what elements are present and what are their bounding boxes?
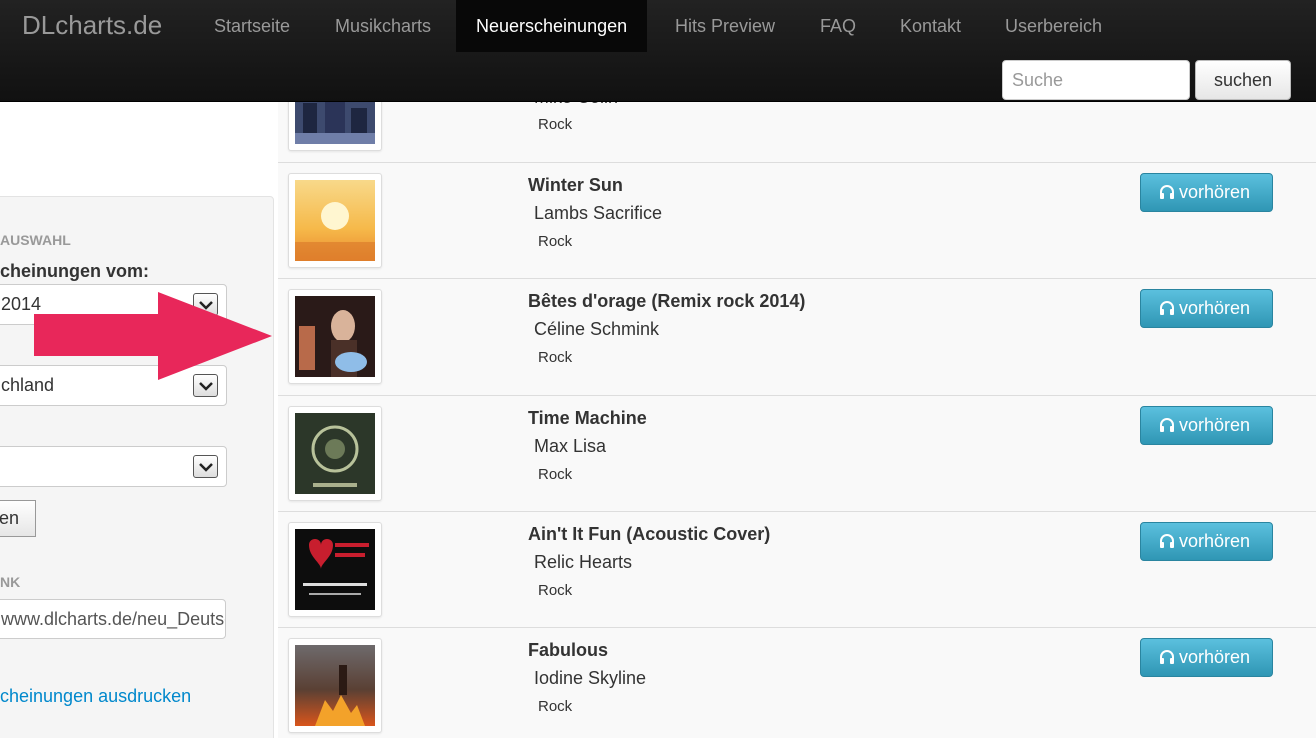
listen-button-label: vorhören xyxy=(1179,531,1251,551)
release-genre: Rock xyxy=(538,349,573,366)
top-navbar: DLcharts.de Startseite Musikcharts Neuer… xyxy=(0,0,1316,102)
nav-musikcharts[interactable]: Musikcharts xyxy=(315,0,451,52)
release-genre: Rock xyxy=(538,466,573,483)
album-cover[interactable] xyxy=(288,522,382,617)
nav-neuerscheinungen[interactable]: Neuerscheinungen xyxy=(456,0,648,52)
album-cover[interactable] xyxy=(288,406,382,501)
release-list: Mike Colin Rock Winter Sun Lambs Sacrifi… xyxy=(278,0,1316,738)
headphones-icon xyxy=(1160,301,1174,315)
annotation-arrow-icon xyxy=(34,292,272,380)
nav-hits-preview[interactable]: Hits Preview xyxy=(655,0,795,52)
album-cover[interactable] xyxy=(288,289,382,384)
release-artist: Céline Schmink xyxy=(534,319,660,339)
release-genre: Rock xyxy=(538,582,573,599)
list-item: Winter Sun Lambs Sacrifice Rock vorhören xyxy=(278,162,1316,279)
listen-button-label: vorhören xyxy=(1179,182,1251,202)
release-genre: Rock xyxy=(538,233,573,250)
nav-kontakt[interactable]: Kontakt xyxy=(880,0,981,52)
listen-button[interactable]: vorhören xyxy=(1140,173,1273,212)
release-title[interactable]: Ain't It Fun (Acoustic Cover) xyxy=(528,524,770,545)
album-cover[interactable] xyxy=(288,638,382,733)
nav-faq[interactable]: FAQ xyxy=(800,0,876,52)
share-link-field[interactable]: www.dlcharts.de/neu_Deutschland xyxy=(0,599,226,639)
link-heading: NK xyxy=(0,574,21,590)
search-input[interactable]: Suche xyxy=(1002,60,1190,100)
listen-button[interactable]: vorhören xyxy=(1140,289,1273,328)
listen-button[interactable]: vorhören xyxy=(1140,638,1273,677)
release-title[interactable]: Fabulous xyxy=(528,640,608,661)
headphones-icon xyxy=(1160,185,1174,199)
list-item: Bêtes d'orage (Remix rock 2014) Céline S… xyxy=(278,278,1316,395)
listen-button-label: vorhören xyxy=(1179,647,1251,667)
release-artist: Max Lisa xyxy=(534,436,607,456)
album-cover[interactable] xyxy=(288,173,382,268)
release-title[interactable]: Time Machine xyxy=(528,408,647,429)
list-item: Ain't It Fun (Acoustic Cover) Relic Hear… xyxy=(278,511,1316,628)
nav-userbereich[interactable]: Userbereich xyxy=(985,0,1122,52)
chevron-down-icon[interactable] xyxy=(193,455,218,478)
release-artist: Relic Hearts xyxy=(534,552,633,572)
sidebar-section-heading: AUSWAHL xyxy=(0,232,71,248)
release-genre: Rock xyxy=(538,116,573,133)
headphones-icon xyxy=(1160,650,1174,664)
search-button[interactable]: suchen xyxy=(1195,60,1291,100)
list-item: Fabulous Iodine Skyline Rock vorhören xyxy=(278,627,1316,738)
headphones-icon xyxy=(1160,418,1174,432)
release-artist: Lambs Sacrifice xyxy=(534,203,663,223)
listen-button[interactable]: vorhören xyxy=(1140,522,1273,561)
listen-button-label: vorhören xyxy=(1179,298,1251,318)
headphones-icon xyxy=(1160,534,1174,548)
brand-logo[interactable]: DLcharts.de xyxy=(22,10,162,41)
listen-button-label: vorhören xyxy=(1179,415,1251,435)
nav-startseite[interactable]: Startseite xyxy=(194,0,310,52)
listen-button[interactable]: vorhören xyxy=(1140,406,1273,445)
print-releases-link[interactable]: cheinungen ausdrucken xyxy=(0,686,191,707)
release-artist: Iodine Skyline xyxy=(534,668,647,688)
list-item: Time Machine Max Lisa Rock vorhören xyxy=(278,395,1316,512)
apply-filter-button[interactable]: en xyxy=(0,500,36,537)
release-genre: Rock xyxy=(538,698,573,715)
release-title[interactable]: Winter Sun xyxy=(528,175,623,196)
release-title[interactable]: Bêtes d'orage (Remix rock 2014) xyxy=(528,291,805,312)
date-label: cheinungen vom: xyxy=(0,261,150,281)
genre-select[interactable] xyxy=(0,446,227,487)
